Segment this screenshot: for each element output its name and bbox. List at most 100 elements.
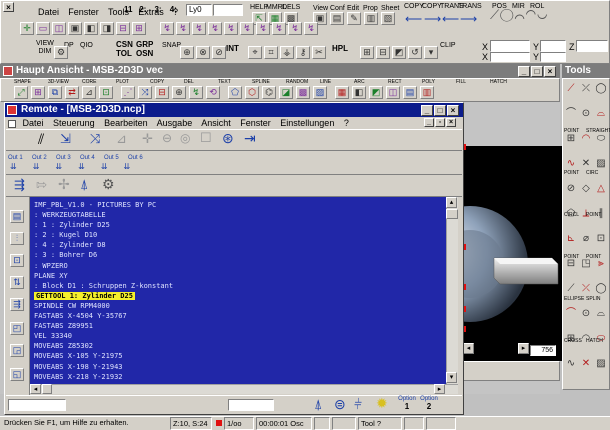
- side-icon-7[interactable]: ◲: [10, 344, 24, 357]
- coord-z-input-1[interactable]: [576, 40, 608, 52]
- palette-tool-icon[interactable]: ⊡: [594, 232, 608, 245]
- lamp-icon[interactable]: ✹: [376, 396, 388, 410]
- out-4-button[interactable]: Out 4: [80, 154, 95, 162]
- step-icon[interactable]: ⇶: [14, 178, 25, 191]
- settings-icon[interactable]: ▤: [330, 12, 344, 25]
- haupt-tool-icon[interactable]: ⤨: [138, 86, 152, 99]
- haupt-tool-icon[interactable]: ⊕: [172, 86, 186, 99]
- snap-icon-4[interactable]: ⌖: [248, 46, 262, 59]
- tool-add-icon[interactable]: ✛: [142, 132, 153, 145]
- haupt-tool-icon[interactable]: ⬡: [245, 86, 259, 99]
- remote-doc-close[interactable]: ×: [446, 118, 456, 127]
- palette-tool-icon[interactable]: ◯: [594, 282, 608, 295]
- haupt-tool-icon[interactable]: ▩: [296, 86, 310, 99]
- out-3-button[interactable]: Out 3: [56, 154, 71, 162]
- haupt-tool-icon[interactable]: ↯: [189, 86, 203, 99]
- draw-icon-3[interactable]: ↯: [192, 22, 206, 35]
- shape-icon-5[interactable]: ◨: [100, 22, 114, 35]
- clip-button[interactable]: CLIP: [440, 42, 456, 50]
- graphics-scroll-right[interactable]: ▸: [518, 343, 529, 354]
- arrow-left-icon-2[interactable]: ⟵: [442, 13, 459, 25]
- palette-tool-icon[interactable]: ▨: [594, 157, 608, 170]
- tool-measure-icon[interactable]: ⊿: [116, 132, 127, 145]
- step-back-icon[interactable]: ⇰: [36, 178, 47, 191]
- option-1-button[interactable]: Option 1: [398, 395, 416, 412]
- draw-icon-6[interactable]: ↯: [240, 22, 254, 35]
- haupt-tool-icon[interactable]: ⊿: [82, 86, 96, 99]
- code-line[interactable]: GETTOOL 1: Zylinder D25: [34, 291, 446, 301]
- draw-icon-2[interactable]: ↯: [176, 22, 190, 35]
- code-line[interactable]: FASTABS Z89951: [34, 321, 446, 331]
- gear-icon[interactable]: ⚙: [54, 46, 68, 59]
- code-line[interactable]: MOVEABS X-218 Y-21932: [34, 372, 446, 382]
- editor-scroll-right[interactable]: ▸: [434, 384, 445, 394]
- haupt-tool-icon[interactable]: ⊟: [155, 86, 169, 99]
- tool-zoom-icon[interactable]: ⤨: [90, 132, 100, 145]
- trans-button-2[interactable]: TRANS: [458, 3, 482, 11]
- draw-icon-10[interactable]: ↯: [304, 22, 318, 35]
- palette-tool-icon[interactable]: ✕: [579, 157, 593, 170]
- palette-tool-icon[interactable]: ✕: [579, 357, 593, 370]
- code-line[interactable]: : 2 : Kugel D10: [34, 230, 446, 240]
- remote-menu-help[interactable]: ?: [344, 118, 349, 128]
- layer-input[interactable]: [213, 4, 243, 16]
- haupt-maximize-button[interactable]: □: [531, 66, 543, 77]
- menu-fenster[interactable]: Fenster: [68, 7, 99, 17]
- tool-export-icon[interactable]: ⇥: [244, 131, 256, 145]
- out-5-button[interactable]: Out 5: [104, 154, 119, 162]
- haupt-minimize-button[interactable]: _: [518, 66, 530, 77]
- haupt-tool-icon[interactable]: ⬠: [228, 86, 242, 99]
- remote-doc-minimize[interactable]: _: [424, 118, 434, 127]
- palette-tool-icon[interactable]: ⟋: [564, 282, 578, 295]
- haupt-tool-icon[interactable]: ▨: [313, 86, 327, 99]
- spindle-icon[interactable]: ⊜: [334, 397, 346, 411]
- out-2-button[interactable]: Out 2: [32, 154, 47, 162]
- remote-menu-bearbeiten[interactable]: Bearbeiten: [104, 118, 148, 128]
- haupt-tool-icon[interactable]: ▤: [403, 86, 417, 99]
- view-2[interactable]: 2:: [139, 5, 152, 14]
- graphics-viewport[interactable]: [460, 146, 564, 361]
- code-line[interactable]: VEL 33340: [34, 331, 446, 341]
- editor-scroll-up[interactable]: ▴: [446, 197, 457, 208]
- arrow-right-icon[interactable]: ⟶: [424, 13, 441, 25]
- code-line[interactable]: IMF_PBL_V1.0 - PICTURES BY PC: [34, 200, 446, 210]
- draw-icon-1[interactable]: ↯: [160, 22, 174, 35]
- snap-icon-10[interactable]: ⊟: [376, 46, 390, 59]
- view-4[interactable]: 4:: [170, 5, 183, 14]
- code-line[interactable]: PLANE XY: [34, 271, 446, 281]
- shape-icon-7[interactable]: ⊞: [132, 22, 146, 35]
- haupt-tool-icon[interactable]: ◪: [279, 86, 293, 99]
- code-line[interactable]: : Block D1 : Schruppen Z-konstant: [34, 281, 446, 291]
- int-button[interactable]: INT: [226, 44, 239, 53]
- dropdown-icon[interactable]: ▾: [424, 46, 438, 59]
- code-line[interactable]: MOVEABS Z85302: [34, 341, 446, 351]
- coord-x-input-2[interactable]: [490, 52, 530, 62]
- shape-icon-6[interactable]: ⊟: [116, 22, 130, 35]
- palette-tool-icon[interactable]: ⌒: [564, 107, 578, 120]
- code-line[interactable]: : WPZERO: [34, 261, 446, 271]
- haupt-tool-icon[interactable]: ▥: [420, 86, 434, 99]
- editor-hscroll[interactable]: [30, 384, 458, 394]
- coord-x-input-1[interactable]: [490, 40, 530, 52]
- tool-transfer-icon[interactable]: ⇲: [60, 132, 71, 145]
- haupt-tool-icon[interactable]: ⋰: [121, 86, 135, 99]
- code-line[interactable]: FASTABS X-4504 Y-35767: [34, 311, 446, 321]
- coord-y-input-2[interactable]: [540, 52, 566, 62]
- editor-scroll-left[interactable]: ◂: [30, 384, 41, 394]
- code-line[interactable]: SPINDLE CW RPM4000: [34, 301, 446, 311]
- qio-button[interactable]: QIO: [80, 42, 93, 50]
- coord-y-input-1[interactable]: [540, 40, 566, 52]
- palette-tool-icon[interactable]: ⌒: [564, 307, 578, 320]
- shapes-icons[interactable]: ⟋◯⌒◠◡: [490, 8, 548, 21]
- view-1[interactable]: 11: [124, 5, 137, 14]
- palette-tool-icon[interactable]: ⊘: [564, 182, 578, 195]
- haupt-close-button[interactable]: ×: [544, 66, 556, 77]
- palette-tool-icon[interactable]: ⊙: [579, 307, 593, 320]
- shape-icon-2[interactable]: ◫: [52, 22, 66, 35]
- draw-icon-7[interactable]: ↯: [256, 22, 270, 35]
- haupt-tool-icon[interactable]: ⌬: [262, 86, 276, 99]
- haupt-titlebar[interactable]: Haupt Ansicht - MSB-2D3D vec: [0, 64, 560, 78]
- remote-menu-ausgabe[interactable]: Ausgabe: [157, 118, 193, 128]
- haupt-tool-icon[interactable]: ⟲: [206, 86, 220, 99]
- side-icon-6[interactable]: ◰: [10, 322, 24, 335]
